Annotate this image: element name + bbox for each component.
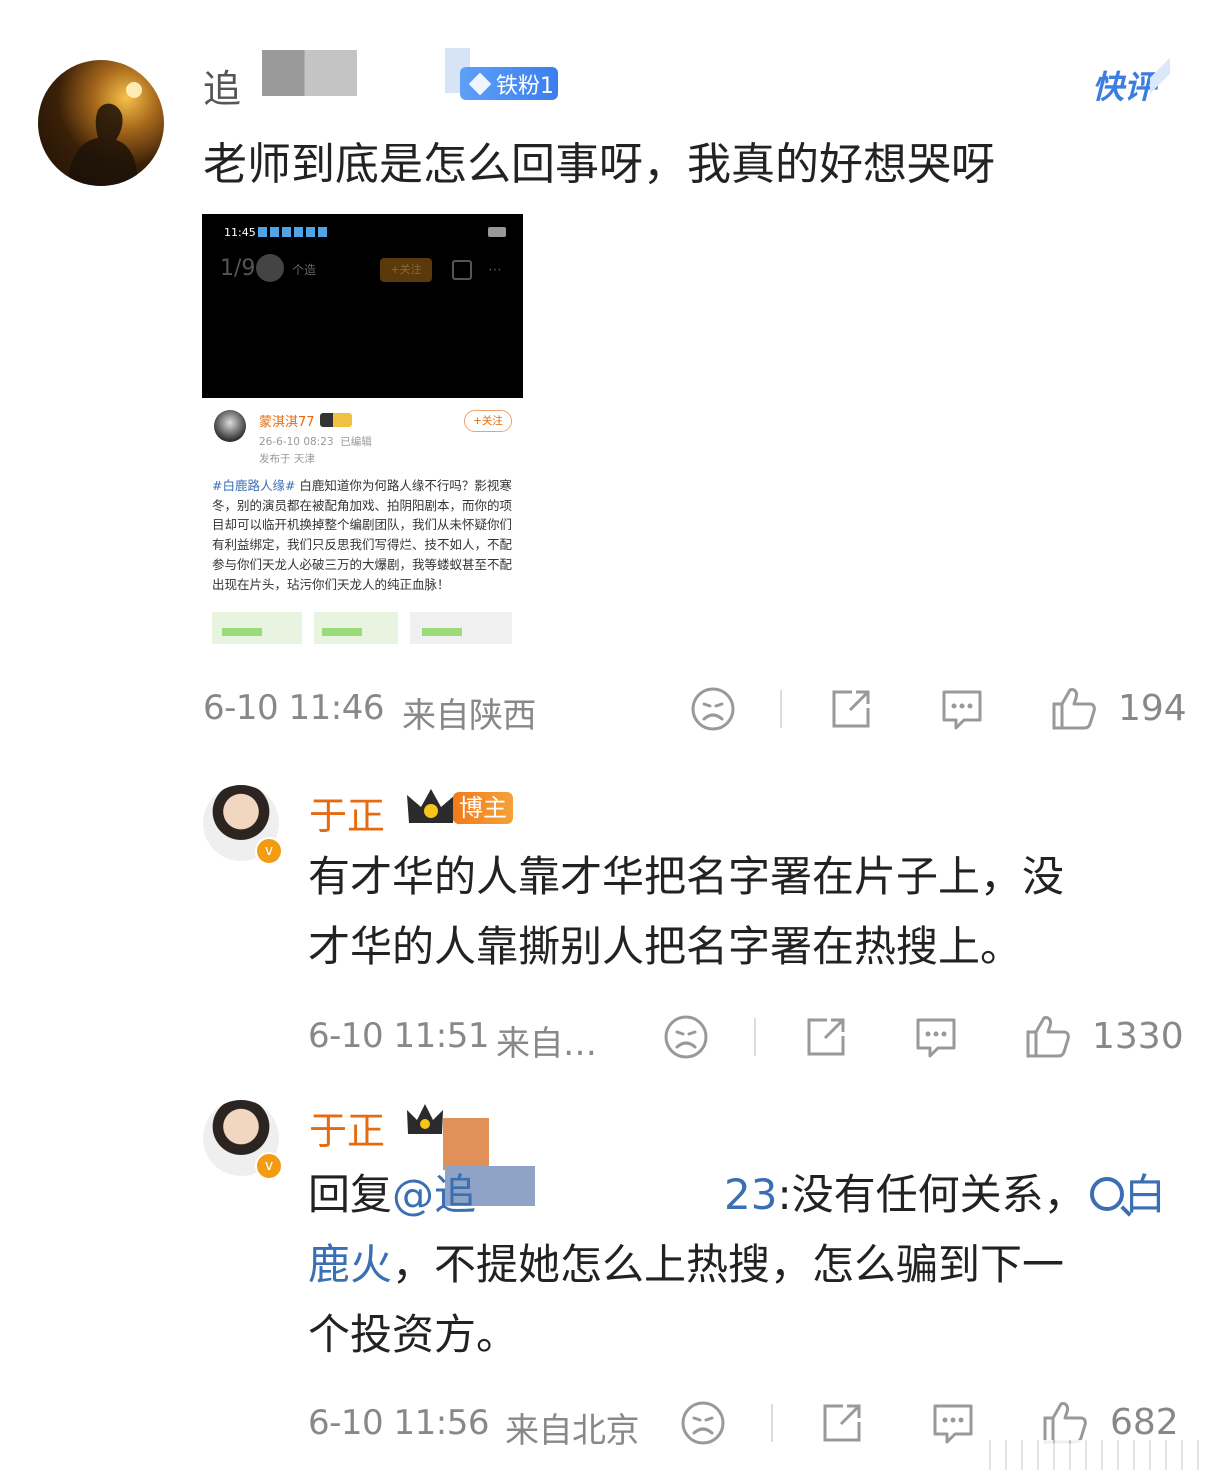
reply-location: 来自…: [496, 1024, 597, 1064]
comment-text: 老师到底是怎么回事呀，我真的好想哭呀: [203, 139, 995, 190]
reply-timestamp: 6-10 11:51: [308, 1016, 489, 1056]
redacted-name-block: [262, 50, 357, 96]
reply2-location: 来自北京: [505, 1411, 640, 1451]
reply-text-1: :没有任何关系，: [777, 1170, 1086, 1219]
verified-icon: v: [255, 837, 283, 865]
blogger-name-2[interactable]: 于正: [309, 1100, 385, 1155]
sad-face-icon[interactable]: [663, 1014, 709, 1064]
blogger-badge: 博主: [453, 792, 513, 824]
crown-icon: [405, 1102, 445, 1138]
sad-face-icon[interactable]: [680, 1400, 726, 1450]
crown-icon: [320, 413, 352, 427]
like-count: 682: [1110, 1402, 1179, 1443]
screenshot-status-icons: [258, 227, 328, 237]
screenshot-post-location: 发布于 天津: [259, 453, 315, 465]
divider: [771, 1404, 773, 1442]
reply2-timestamp: 6-10 11:56: [308, 1403, 489, 1443]
share-icon[interactable]: [819, 1400, 865, 1450]
comment-location: 来自陕西: [402, 696, 537, 736]
fan-badge: 铁粉1: [460, 67, 558, 100]
diamond-icon: [468, 72, 492, 95]
divider: [754, 1018, 756, 1056]
divider: [780, 690, 782, 728]
comment-icon[interactable]: [938, 686, 986, 736]
watermark-strip: [975, 1440, 1210, 1470]
crown-icon: [405, 787, 457, 827]
verified-icon: v: [255, 1152, 283, 1180]
search-link-continued[interactable]: 鹿火: [308, 1240, 392, 1289]
screenshot-post-text: 白鹿知道你为何路人缘不行吗？影视寒冬，别的演员都在被配角加戏、拍阴阳剧本，而你的…: [212, 478, 513, 592]
screenshot-scan-icon: [452, 260, 472, 280]
screenshot-post-avatar: [214, 410, 246, 442]
screenshot-user-small: 个造: [292, 263, 317, 277]
screenshot-dark-header: 11:45 1/9 个造 +关注 ⋯: [202, 214, 523, 398]
reply-line-2: 鹿火，不提她怎么上热搜，怎么骗到下一: [308, 1230, 1064, 1300]
reply-text-line1: 有才华的人靠才华把名字署在片子上，没: [308, 852, 1065, 901]
sad-face-icon[interactable]: [690, 686, 736, 736]
comment-icon[interactable]: [929, 1400, 977, 1450]
screenshot-page-counter: 1/9: [220, 256, 256, 281]
share-icon[interactable]: [803, 1014, 849, 1064]
screenshot-post-user: 蒙淇淇77: [259, 415, 315, 430]
screenshot-post-time: 26-6-10 08:23 已编辑: [259, 436, 372, 448]
screenshot-battery-icon: [488, 227, 506, 237]
commenter-name[interactable]: 追: [203, 58, 241, 113]
reply-line-1: 回复@追 23:没有任何关系，: [308, 1160, 1178, 1230]
screenshot-hashtag: #白鹿路人缘#: [212, 478, 296, 493]
comment-timestamp: 6-10 11:46: [203, 688, 384, 728]
commenter-avatar[interactable]: [38, 60, 164, 186]
thumbs-up-icon[interactable]: [1024, 1012, 1072, 1064]
thumbs-up-icon[interactable]: [1050, 684, 1098, 736]
screenshot-user-avatar: [256, 254, 284, 282]
screenshot-follow-small: +关注: [380, 258, 432, 282]
quick-comment-decoration: [1150, 46, 1170, 106]
blogger-name[interactable]: 于正: [309, 785, 385, 840]
screenshot-follow-button: +关注: [464, 410, 512, 432]
reply-text-2: ，不提她怎么上热搜，怎么骗到下一: [392, 1240, 1065, 1289]
reply-mention[interactable]: @追: [392, 1170, 476, 1219]
reply-prefix: 回复: [308, 1170, 393, 1219]
attached-screenshot[interactable]: 11:45 1/9 个造 +关注 ⋯ 蒙淇淇77 26-6-10 08:23 已…: [202, 214, 523, 644]
avatar-silhouette: [68, 82, 142, 186]
reply-text-line2: 才华的人靠撕别人把名字署在热搜上。: [308, 922, 1023, 971]
like-count: 1330: [1092, 1016, 1184, 1057]
screenshot-post-body: #白鹿路人缘# 白鹿知道你为何路人缘不行吗？影视寒冬，别的演员都在被配角加戏、拍…: [212, 476, 512, 594]
quick-comment-label[interactable]: 快评: [1092, 62, 1156, 108]
screenshot-image-strip-chips: [222, 628, 502, 636]
search-icon: [1090, 1177, 1132, 1217]
like-count: 194: [1118, 688, 1187, 729]
fan-badge-label: 铁粉1: [496, 73, 554, 99]
search-link[interactable]: 白: [1090, 1160, 1166, 1230]
reply-line-3: 个投资方。: [308, 1310, 519, 1359]
screenshot-status-time: 11:45: [224, 226, 256, 239]
comment-icon[interactable]: [912, 1014, 960, 1064]
screenshot-more-icon: ⋯: [488, 262, 502, 278]
reply-mention-end[interactable]: 23: [724, 1170, 777, 1219]
share-icon[interactable]: [828, 686, 874, 736]
